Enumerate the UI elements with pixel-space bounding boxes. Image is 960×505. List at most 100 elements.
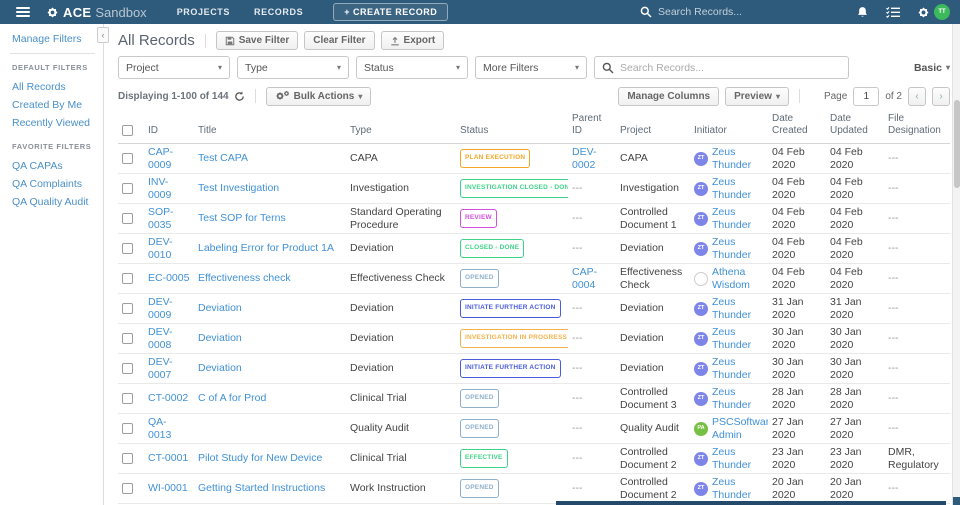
nav-item-projects[interactable]: PROJECTS	[177, 7, 230, 17]
record-id-link[interactable]: QA-0013	[148, 416, 171, 441]
row-checkbox[interactable]	[122, 183, 133, 194]
manage-filters-link[interactable]: Manage Filters	[12, 33, 95, 45]
record-title-link[interactable]: Test Investigation	[198, 182, 279, 194]
record-title-link[interactable]: C of A for Prod	[198, 392, 266, 404]
manage-columns-button[interactable]: Manage Columns	[618, 87, 719, 106]
sidebar-item-created-by-me[interactable]: Created By Me	[12, 96, 95, 114]
sidebar-item-qa-quality-audit[interactable]: QA Quality Audit	[12, 193, 95, 211]
row-checkbox[interactable]	[122, 273, 133, 284]
row-checkbox[interactable]	[122, 393, 133, 404]
column-header-id[interactable]: ID	[144, 110, 194, 144]
view-mode-dropdown[interactable]: Basic ▾	[914, 62, 950, 74]
clear-filter-button[interactable]: Clear Filter	[304, 31, 374, 50]
row-checkbox[interactable]	[122, 303, 133, 314]
row-checkbox[interactable]	[122, 213, 133, 224]
settings-gear-icon[interactable]	[917, 6, 930, 19]
records-search[interactable]	[594, 56, 849, 79]
column-header-title[interactable]: Title	[194, 110, 346, 144]
initiator-link[interactable]: Zeus Thunder	[712, 296, 764, 321]
initiator-link[interactable]: Zeus Thunder	[712, 356, 764, 381]
column-header-initiator[interactable]: Initiator	[690, 110, 768, 144]
initiator-link[interactable]: Zeus Thunder	[712, 476, 764, 501]
parent-id-link[interactable]: DEV-0002	[572, 146, 597, 171]
record-id-link[interactable]: DEV-0008	[148, 326, 173, 351]
sidebar-item-all-records[interactable]: All Records	[12, 78, 95, 96]
initiator-link[interactable]: PSCSoftware Admin	[712, 416, 768, 441]
sidebar-item-recently-viewed[interactable]: Recently Viewed	[12, 114, 95, 132]
task-list-icon[interactable]	[886, 6, 900, 18]
record-title-link[interactable]: Test CAPA	[198, 152, 248, 164]
initiator-link[interactable]: Zeus Thunder	[712, 386, 764, 411]
vertical-scrollbar-thumb[interactable]	[954, 100, 960, 188]
record-id-link[interactable]: EC-0005	[148, 272, 189, 284]
record-id-link[interactable]: CAP-0009	[148, 146, 173, 171]
sidebar-collapse-icon[interactable]: ‹	[97, 27, 109, 43]
save-filter-button[interactable]: Save Filter	[216, 31, 299, 50]
row-checkbox[interactable]	[122, 483, 133, 494]
column-header-type[interactable]: Type	[346, 110, 456, 144]
column-header-date-updated[interactable]: Date Updated	[826, 110, 884, 144]
record-title-link[interactable]: Effectiveness check	[198, 272, 291, 284]
filter-dropdown-type[interactable]: Type▾	[237, 56, 349, 79]
sidebar-item-qa-capas[interactable]: QA CAPAs	[12, 157, 95, 175]
page-number-input[interactable]	[853, 87, 879, 106]
record-title-link[interactable]: Test SOP for Terns	[198, 212, 286, 224]
hamburger-menu-icon[interactable]	[16, 7, 30, 17]
user-avatar[interactable]: TT	[934, 4, 950, 20]
record-id-link[interactable]: DEV-0007	[148, 356, 173, 381]
initiator-link[interactable]: Zeus Thunder	[712, 446, 764, 471]
record-id-link[interactable]: DEV-0009	[148, 296, 173, 321]
initiator-link[interactable]: Zeus Thunder	[712, 326, 764, 351]
global-search-input[interactable]	[658, 6, 808, 18]
column-header-file-designation[interactable]: File Designation	[884, 110, 950, 144]
app-logo[interactable]: ACE Sandbox	[46, 5, 147, 20]
refresh-icon[interactable]	[234, 91, 245, 102]
select-all-checkbox[interactable]	[122, 125, 133, 136]
filter-dropdown-more-filters[interactable]: More Filters▾	[475, 56, 587, 79]
next-page-button[interactable]: ›	[932, 87, 950, 106]
record-id-link[interactable]: INV-0009	[148, 176, 171, 201]
record-id-link[interactable]: CT-0002	[148, 392, 188, 404]
initiator-link[interactable]: Zeus Thunder	[712, 176, 764, 201]
column-header-parent-id[interactable]: Parent ID	[568, 110, 616, 144]
export-button[interactable]: Export	[381, 31, 445, 50]
initiator-link[interactable]: Zeus Thunder	[712, 236, 764, 261]
preview-dropdown-button[interactable]: Preview ▾	[725, 87, 789, 106]
record-title-link[interactable]: Getting Started Instructions	[198, 482, 325, 494]
row-checkbox[interactable]	[122, 333, 133, 344]
record-title-link[interactable]: Labeling Error for Product 1A	[198, 242, 334, 254]
filter-dropdown-project[interactable]: Project▾	[118, 56, 230, 79]
initiator-link[interactable]: Zeus Thunder	[712, 206, 764, 231]
vertical-scrollbar[interactable]	[952, 24, 960, 505]
previous-page-button[interactable]: ‹	[908, 87, 926, 106]
parent-id-link[interactable]: CAP-0004	[572, 266, 597, 291]
filter-dropdown-status[interactable]: Status▾	[356, 56, 468, 79]
record-id-link[interactable]: SOP-0035	[148, 206, 174, 231]
record-id-link[interactable]: DEV-0010	[148, 236, 173, 261]
record-title-link[interactable]: Deviation	[198, 362, 242, 374]
row-checkbox[interactable]	[122, 453, 133, 464]
initiator-link[interactable]: Athena Wisdom	[712, 266, 764, 291]
column-header-status[interactable]: Status	[456, 110, 568, 144]
records-search-input[interactable]	[620, 62, 820, 74]
record-title-link[interactable]: Pilot Study for New Device	[198, 452, 322, 464]
row-checkbox[interactable]	[122, 423, 133, 434]
sidebar-item-qa-complaints[interactable]: QA Complaints	[12, 175, 95, 193]
horizontal-scrollbar-thumb[interactable]	[556, 501, 946, 505]
bulk-actions-button[interactable]: Bulk Actions ▾	[266, 87, 372, 106]
record-title-link[interactable]: Deviation	[198, 332, 242, 344]
record-id-link[interactable]: CT-0001	[148, 452, 188, 464]
initiator-link[interactable]: Zeus Thunder	[712, 146, 764, 171]
row-checkbox[interactable]	[122, 363, 133, 374]
nav-item-records[interactable]: RECORDS	[254, 7, 303, 17]
record-title-link[interactable]: Deviation	[198, 302, 242, 314]
row-checkbox[interactable]	[122, 243, 133, 254]
notifications-bell-icon[interactable]	[856, 6, 869, 19]
global-search[interactable]	[640, 6, 830, 18]
record-id-link[interactable]: WI-0001	[148, 482, 188, 494]
column-header-date-created[interactable]: Date Created	[768, 110, 826, 144]
row-checkbox[interactable]	[122, 153, 133, 164]
create-record-button[interactable]: + CREATE RECORD	[333, 3, 448, 21]
column-header-project[interactable]: Project	[616, 110, 690, 144]
record-title-cell: Getting Started Instructions	[194, 474, 346, 504]
